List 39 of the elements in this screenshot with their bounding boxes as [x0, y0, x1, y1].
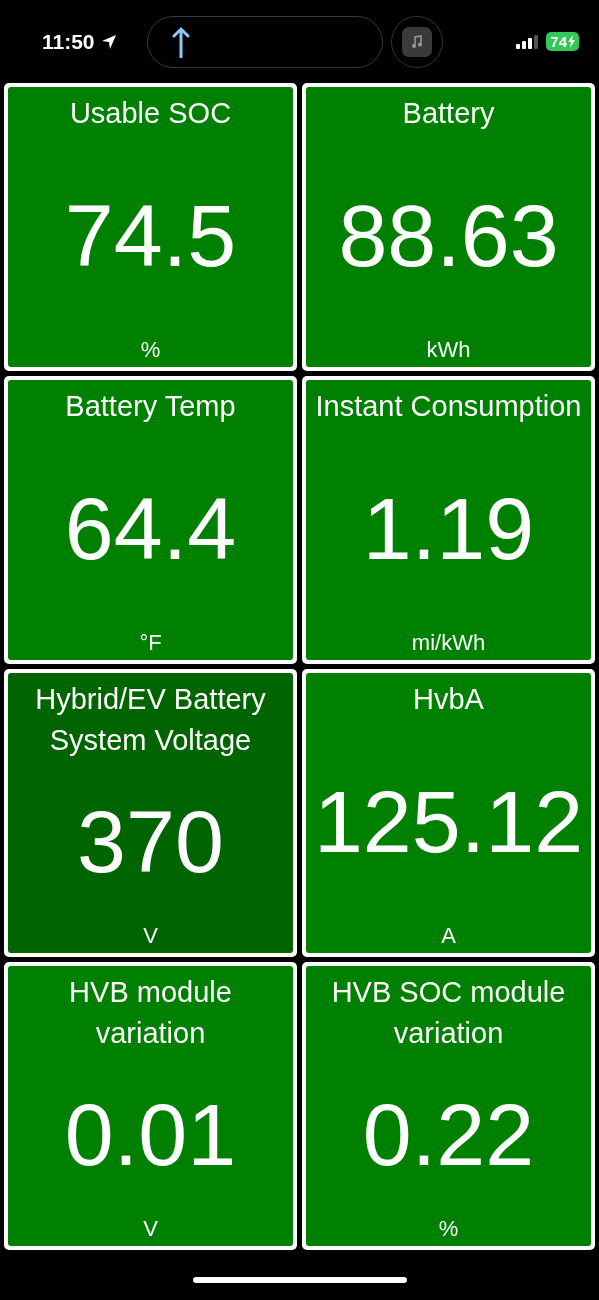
home-indicator[interactable] [192, 1277, 407, 1283]
gauge-unit: A [441, 923, 456, 949]
gauge-value: 125.12 [313, 770, 584, 873]
gauge-value: 1.19 [362, 477, 535, 580]
gauge-title: Hybrid/EV Battery System Voltage [34, 682, 267, 758]
gauge-tile[interactable]: Hybrid/EV Battery System Voltage 370 V [4, 669, 297, 957]
gauge-unit: V [143, 923, 158, 949]
music-note-icon [410, 34, 423, 49]
gauge-tile[interactable]: Battery Temp 64.4 °F [4, 376, 297, 664]
gauge-unit: % [438, 1216, 459, 1242]
gauge-unit: °F [139, 630, 162, 656]
gauge-title: Battery Temp [65, 389, 236, 424]
battery-indicator: 74 [546, 32, 579, 51]
gauge-tile[interactable]: HVB module variation 0.01 V [4, 962, 297, 1250]
gauge-title: HVB SOC module variation [330, 975, 567, 1051]
gauge-value: 0.01 [64, 1084, 237, 1186]
signal-icon [516, 34, 541, 49]
gauge-value: 0.22 [362, 1084, 535, 1186]
gauge-tile[interactable]: HvbA 125.12 A [302, 669, 595, 957]
gauge-tile[interactable]: Usable SOC 74.5 % [4, 83, 297, 371]
gauge-title: HvbA [413, 682, 484, 717]
gauge-unit: mi/kWh [411, 630, 486, 656]
gauge-value: 88.63 [338, 184, 559, 287]
gauge-title: Battery [402, 96, 495, 131]
gauge-unit: % [140, 337, 161, 363]
gauge-unit: V [143, 1216, 158, 1242]
gauge-tile[interactable]: Instant Consumption 1.19 mi/kWh [302, 376, 595, 664]
gauge-value: 74.5 [64, 184, 237, 287]
gauge-title: Usable SOC [69, 96, 232, 131]
gauge-value: 64.4 [64, 477, 237, 580]
gauge-title: HVB module variation [68, 975, 233, 1051]
gauge-unit: kWh [426, 337, 471, 363]
gauge-tile[interactable]: HVB SOC module variation 0.22 % [302, 962, 595, 1250]
gauge-value: 370 [77, 791, 224, 893]
location-arrow-icon [100, 33, 117, 50]
up-arrow-icon [171, 25, 190, 58]
gauge-title: Instant Consumption [315, 389, 582, 424]
clock-time: 11:50 [42, 29, 95, 54]
gauge-tile[interactable]: Battery 88.63 kWh [302, 83, 595, 371]
